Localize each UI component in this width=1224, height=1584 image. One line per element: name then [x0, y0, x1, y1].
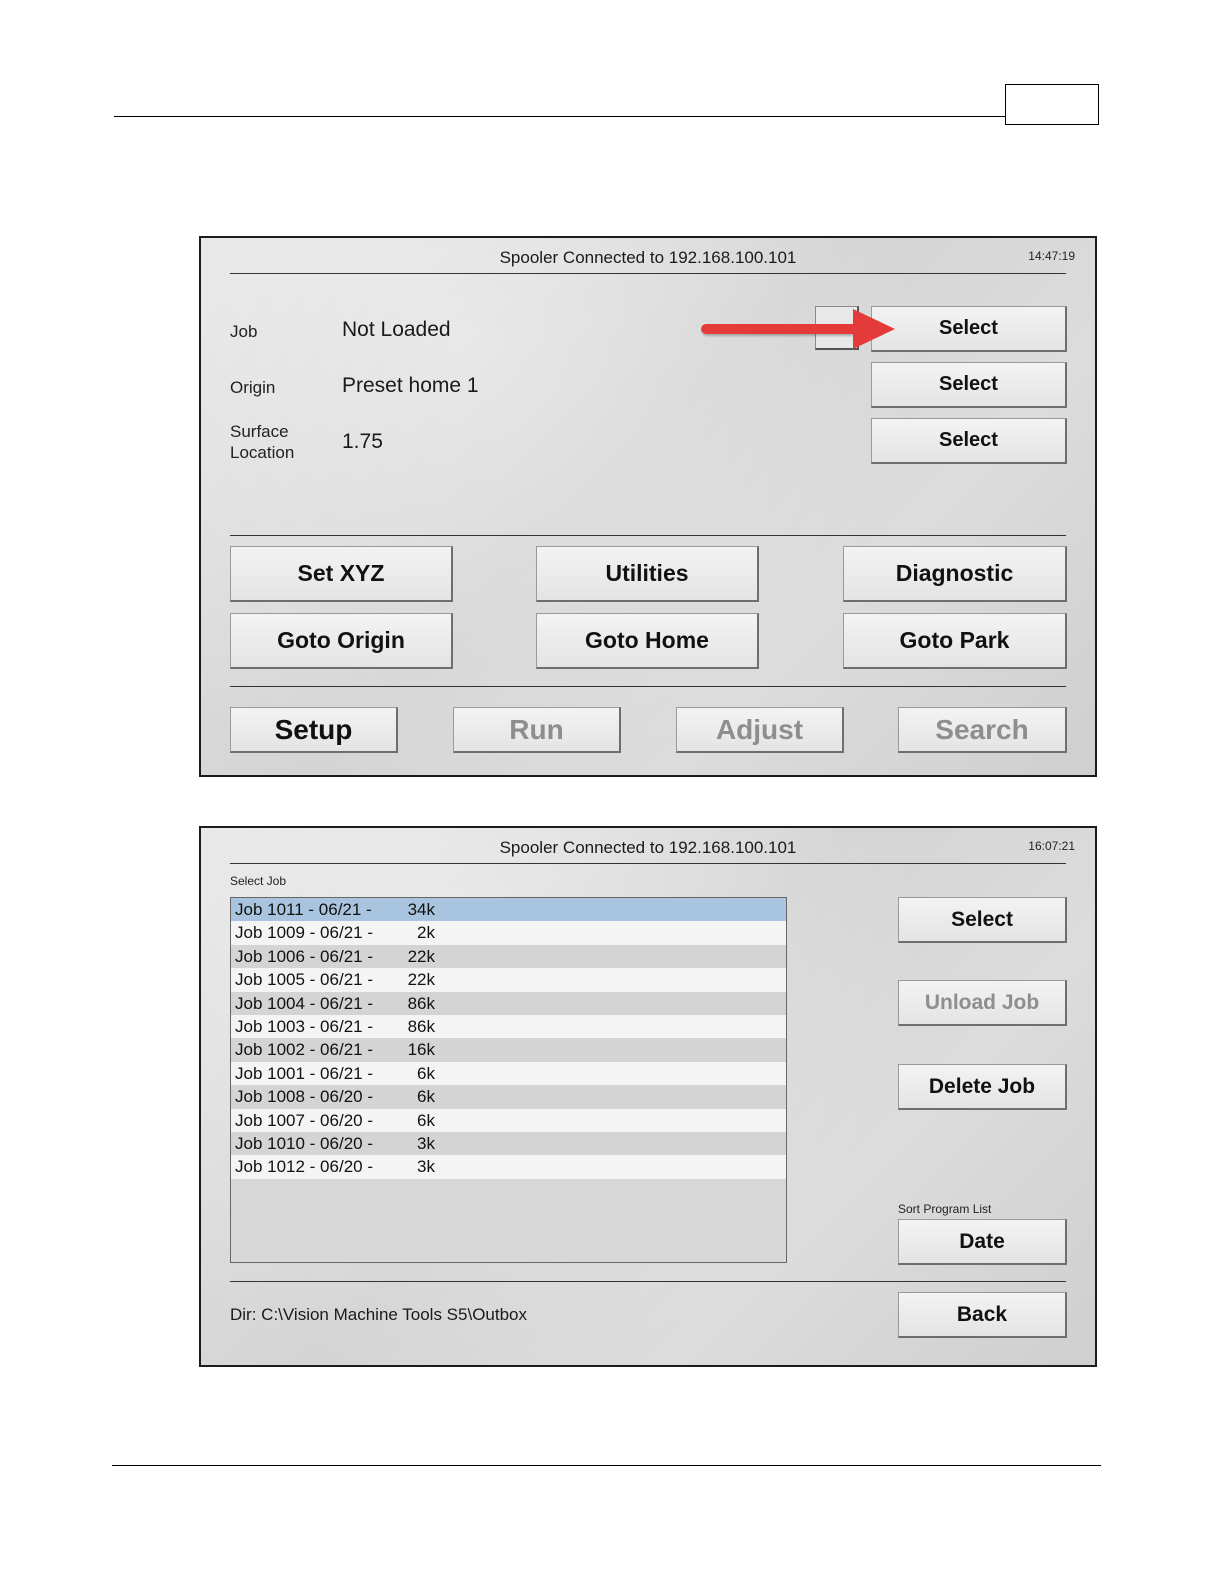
- job-name: Job 1005 - 06/21 -: [235, 970, 373, 990]
- list-item[interactable]: Job 1011 - 06/21 - 34k: [231, 898, 786, 922]
- page-header-rule: [114, 116, 1006, 117]
- job-name: Job 1006 - 06/21 -: [235, 946, 373, 966]
- origin-label: Origin: [230, 378, 276, 397]
- job-size: 86k: [407, 993, 435, 1013]
- setup-screen: Spooler Connected to 192.168.100.101 14:…: [199, 236, 1097, 777]
- list-item[interactable]: Job 1010 - 06/20 - 3k: [231, 1131, 786, 1156]
- job-value: Not Loaded: [342, 318, 451, 341]
- job-name: Job 1011 - 06/21 -: [235, 900, 372, 919]
- annotation-arrow-icon: [853, 309, 895, 349]
- utilities-button[interactable]: Utilities: [536, 546, 759, 602]
- directory-path: Dir: C:\Vision Machine Tools S5\Outbox: [230, 1305, 528, 1324]
- job-size: 16k: [407, 1040, 435, 1060]
- set-xyz-button[interactable]: Set XYZ: [230, 546, 453, 602]
- job-name: Job 1009 - 06/21 -: [235, 923, 373, 943]
- list-item[interactable]: Job 1006 - 06/21 - 22k: [231, 944, 786, 969]
- sort-date-button[interactable]: Date: [898, 1219, 1067, 1265]
- job-size: 6k: [417, 1063, 435, 1083]
- select-surface-button[interactable]: Select: [871, 418, 1067, 464]
- job-size: 6k: [417, 1087, 435, 1107]
- connection-status: Spooler Connected to 192.168.100.101: [499, 248, 797, 267]
- list-item[interactable]: Job 1002 - 06/21 - 16k: [231, 1038, 786, 1062]
- goto-park-button[interactable]: Goto Park: [843, 613, 1067, 669]
- job-name: Job 1007 - 06/20 -: [235, 1110, 373, 1130]
- job-size: 6k: [417, 1110, 435, 1130]
- unload-job-button[interactable]: Unload Job: [898, 980, 1067, 1026]
- job-size: 34k: [407, 900, 435, 919]
- job-size: 3k: [417, 1157, 435, 1177]
- delete-job-button[interactable]: Delete Job: [898, 1064, 1067, 1110]
- list-item[interactable]: Job 1007 - 06/20 - 6k: [231, 1108, 786, 1132]
- page-number-box: [1005, 84, 1099, 125]
- connection-status: Spooler Connected to 192.168.100.101: [499, 838, 797, 857]
- select-job-screen: Spooler Connected to 192.168.100.101 16:…: [199, 826, 1097, 1367]
- job-name: Job 1003 - 06/21 -: [235, 1016, 373, 1036]
- back-button[interactable]: Back: [898, 1292, 1067, 1338]
- origin-value: Preset home 1: [342, 374, 479, 397]
- select-button[interactable]: Select: [898, 897, 1067, 943]
- list-item[interactable]: Job 1009 - 06/21 - 2k: [231, 921, 786, 945]
- sort-label: Sort Program List: [898, 1202, 992, 1216]
- job-size: 86k: [407, 1016, 435, 1036]
- job-size: 2k: [417, 923, 435, 943]
- list-item[interactable]: Job 1004 - 06/21 - 86k: [231, 991, 786, 1015]
- job-name: Job 1002 - 06/21 -: [235, 1040, 373, 1060]
- job-name: Job 1004 - 06/21 -: [235, 993, 373, 1013]
- goto-origin-button[interactable]: Goto Origin: [230, 613, 453, 669]
- divider: [230, 863, 1066, 864]
- list-item[interactable]: Job 1001 - 06/21 - 6k: [231, 1061, 786, 1086]
- tab-setup[interactable]: Setup: [230, 707, 398, 753]
- divider: [230, 273, 1066, 274]
- job-list[interactable]: Job 1011 - 06/21 - 34k Job 1009 - 06/21 - 2…: [230, 897, 787, 1263]
- clock: 14:47:19: [1028, 249, 1075, 263]
- job-size: 22k: [407, 946, 435, 966]
- select-origin-button[interactable]: Select: [871, 362, 1067, 408]
- select-job-button[interactable]: Select: [871, 306, 1067, 352]
- tab-run[interactable]: Run: [453, 707, 621, 753]
- list-item[interactable]: Job 1005 - 06/21 - 22k: [231, 968, 786, 992]
- job-size: 3k: [417, 1133, 435, 1153]
- job-name: Job 1010 - 06/20 -: [235, 1133, 373, 1153]
- select-job-label: Select Job: [230, 874, 287, 888]
- tab-adjust[interactable]: Adjust: [676, 707, 844, 753]
- surface-location-label: Surface Location: [230, 422, 295, 462]
- job-label: Job: [230, 322, 258, 341]
- tab-search[interactable]: Search: [898, 707, 1067, 753]
- job-size: 22k: [407, 970, 435, 990]
- page-footer-rule: [112, 1465, 1101, 1466]
- diagnostic-button[interactable]: Diagnostic: [843, 546, 1067, 602]
- list-item[interactable]: Job 1012 - 06/20 - 3k: [231, 1155, 786, 1179]
- divider: [230, 686, 1066, 687]
- surface-location-value: 1.75: [342, 430, 383, 453]
- clock: 16:07:21: [1028, 839, 1075, 853]
- job-name: Job 1008 - 06/20 -: [235, 1087, 373, 1107]
- divider: [230, 1281, 1066, 1282]
- goto-home-button[interactable]: Goto Home: [536, 613, 759, 669]
- job-name: Job 1001 - 06/21 -: [235, 1063, 373, 1083]
- list-item[interactable]: Job 1008 - 06/20 - 6k: [231, 1085, 786, 1109]
- list-item[interactable]: Job 1003 - 06/21 - 86k: [231, 1014, 786, 1039]
- divider: [230, 535, 1066, 536]
- annotation-arrow-shaft: [701, 324, 861, 334]
- job-name: Job 1012 - 06/20 -: [235, 1157, 373, 1177]
